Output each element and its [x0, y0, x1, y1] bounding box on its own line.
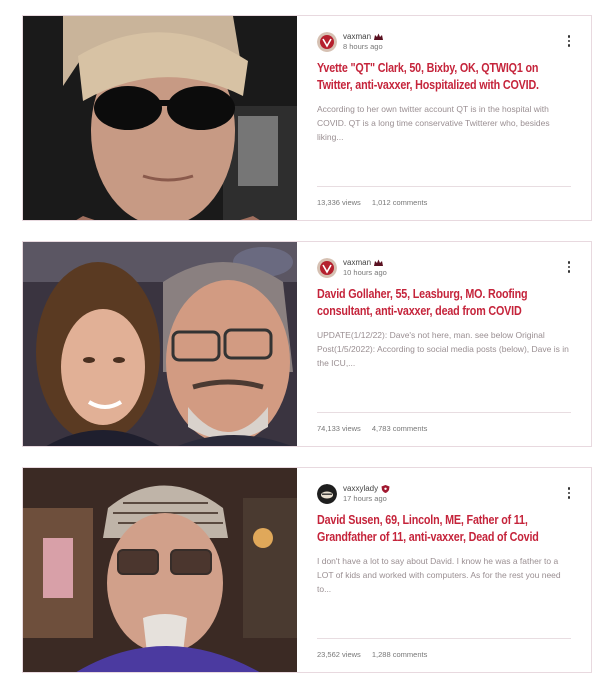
post-title[interactable]: Yvette "QT" Clark, 50, Bixby, OK, QTWIQ1…: [317, 60, 575, 94]
comment-count[interactable]: 4,783 comments: [372, 424, 427, 433]
post-card[interactable]: vaxman 10 hours ago David Gollaher, 55, …: [22, 241, 592, 447]
post-excerpt: I don't have a lot to say about David. I…: [317, 556, 561, 594]
more-options-icon[interactable]: [565, 485, 573, 501]
post-time: 17 hours ago: [343, 494, 387, 503]
post-stats: 23,562 views 1,288 comments: [317, 650, 436, 659]
post-thumbnail[interactable]: [23, 468, 297, 672]
thumbnail-image: [23, 242, 297, 446]
post-feed: vaxman 8 hours ago Yvette "QT" Clark, 50…: [0, 0, 600, 684]
thumbnail-image: [23, 16, 297, 220]
author-name[interactable]: vaxman: [343, 258, 371, 268]
post-excerpt: UPDATE(1/12/22): Dave's not here, man. s…: [317, 330, 569, 368]
post-time: 8 hours ago: [343, 42, 383, 51]
author-avatar[interactable]: [317, 258, 337, 278]
divider: [317, 186, 571, 187]
post-thumbnail[interactable]: [23, 242, 297, 446]
author-avatar[interactable]: [317, 484, 337, 504]
author-row: vaxman 10 hours ago: [317, 257, 571, 279]
thumbnail-image: [23, 468, 297, 672]
divider: [317, 638, 571, 639]
post-stats: 13,336 views 1,012 comments: [317, 198, 436, 207]
post-excerpt: According to her own twitter account QT …: [317, 104, 550, 142]
comment-count[interactable]: 1,288 comments: [372, 650, 427, 659]
author-avatar[interactable]: [317, 32, 337, 52]
post-card[interactable]: vaxxylady 17 hours ago David Susen, 69, …: [22, 467, 592, 673]
post-title[interactable]: David Susen, 69, Lincoln, ME, Father of …: [317, 512, 575, 546]
post-time: 10 hours ago: [343, 268, 387, 277]
crown-icon: [374, 259, 384, 267]
view-count: 13,336 views: [317, 198, 361, 207]
shield-icon: [381, 485, 390, 493]
author-row: vaxman 8 hours ago: [317, 31, 571, 53]
author-name[interactable]: vaxman: [343, 32, 371, 42]
author-row: vaxxylady 17 hours ago: [317, 483, 571, 505]
post-stats: 74,133 views 4,783 comments: [317, 424, 436, 433]
more-options-icon[interactable]: [565, 33, 573, 49]
post-card[interactable]: vaxman 8 hours ago Yvette "QT" Clark, 50…: [22, 15, 592, 221]
comment-count[interactable]: 1,012 comments: [372, 198, 427, 207]
post-title[interactable]: David Gollaher, 55, Leasburg, MO. Roofin…: [317, 286, 575, 320]
crown-icon: [374, 33, 384, 41]
author-name[interactable]: vaxxylady: [343, 484, 378, 494]
view-count: 74,133 views: [317, 424, 361, 433]
more-options-icon[interactable]: [565, 259, 573, 275]
divider: [317, 412, 571, 413]
view-count: 23,562 views: [317, 650, 361, 659]
post-thumbnail[interactable]: [23, 16, 297, 220]
